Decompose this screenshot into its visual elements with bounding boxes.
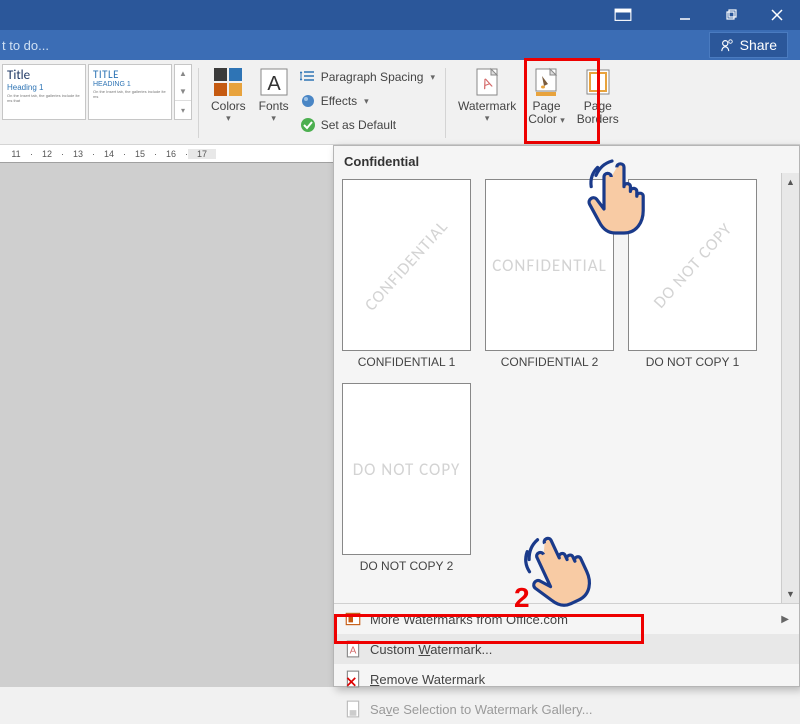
style-gallery-up[interactable]: ▲: [175, 65, 191, 83]
style-gallery-more[interactable]: ▾: [175, 100, 191, 119]
ruler-tick: 13: [64, 149, 92, 159]
watermark-text: DO NOT COPY: [353, 459, 461, 480]
page-color-label: Page Color: [528, 99, 560, 126]
watermark-text: DO NOT COPY: [649, 218, 737, 312]
paragraph-spacing-icon: [300, 69, 316, 85]
ruler-tick: 16: [157, 149, 185, 159]
paragraph-spacing-label: Paragraph Spacing: [321, 70, 424, 84]
watermark-text: CONFIDENTIAL: [360, 215, 452, 314]
close-button[interactable]: [754, 0, 800, 30]
svg-text:A: A: [267, 73, 281, 95]
style-sub: Heading 1: [7, 83, 81, 92]
window-titlebar: [0, 0, 800, 30]
page-color-icon: [530, 66, 562, 98]
colors-label: Colors: [211, 99, 246, 113]
page-borders-button[interactable]: Page Borders: [571, 64, 625, 134]
chevron-down-icon: ▾: [485, 113, 490, 124]
svg-text:A: A: [350, 646, 357, 657]
ribbon-display-options-icon[interactable]: [614, 8, 632, 22]
style-preview-text: On the Insert tab, the galleries include…: [7, 94, 81, 104]
colors-button[interactable]: Colors ▾: [205, 64, 252, 134]
hand-pointer-icon: [580, 152, 660, 242]
style-title: Title: [7, 68, 81, 83]
save-selection-item: Save Selection to Watermark Gallery...: [334, 694, 799, 724]
style-set-2[interactable]: TITLE HEADING 1 On the Insert tab, the g…: [88, 64, 172, 120]
watermark-text: CONFIDENTIAL: [492, 255, 607, 276]
dropdown-section-title: Confidential: [334, 146, 799, 173]
style-preview-text: On the Insert tab, the galleries include…: [93, 90, 167, 100]
style-sub: HEADING 1: [93, 81, 167, 88]
page-borders-icon: [582, 66, 614, 98]
share-icon: [720, 38, 734, 52]
dropdown-scrollbar[interactable]: ▲ ▼: [781, 173, 799, 603]
style-gallery-down[interactable]: ▼: [175, 83, 191, 101]
watermark-icon: A: [471, 66, 503, 98]
chevron-down-icon: ▾: [560, 115, 565, 125]
save-gallery-icon: [344, 700, 362, 718]
chevron-down-icon: ▾: [226, 113, 231, 124]
separator: [198, 68, 199, 138]
remove-watermark-item[interactable]: Remove Watermark: [334, 664, 799, 694]
ruler-tick: 14: [95, 149, 123, 159]
restore-button[interactable]: [708, 0, 754, 30]
watermark-thumb-confidential-1[interactable]: CONFIDENTIAL CONFIDENTIAL 1: [342, 179, 471, 369]
scroll-up-icon[interactable]: ▲: [782, 173, 799, 191]
remove-icon: [344, 670, 362, 688]
chevron-down-icon: ▾: [271, 113, 276, 124]
submenu-arrow-icon: ▶: [781, 614, 789, 625]
custom-watermark-item[interactable]: A Custom Watermark...: [334, 634, 799, 664]
chevron-down-icon: ▾: [364, 96, 369, 107]
effects-icon: [300, 93, 316, 109]
page-color-button[interactable]: Page Color ▾: [522, 64, 571, 134]
share-label: Share: [740, 37, 777, 53]
ruler-tick: 11: [2, 149, 30, 159]
thumb-caption: CONFIDENTIAL 1: [342, 355, 471, 369]
fonts-icon: A: [258, 66, 290, 98]
chevron-down-icon: ▾: [430, 72, 435, 83]
scroll-down-icon[interactable]: ▼: [782, 585, 799, 603]
ruler-tick: 12: [33, 149, 61, 159]
office-icon: [344, 610, 362, 628]
paragraph-spacing-button[interactable]: Paragraph Spacing ▾: [300, 66, 435, 88]
tell-me-bar: t to do... Share: [0, 30, 800, 60]
watermark-label: Watermark: [458, 99, 516, 113]
tell-me-input[interactable]: t to do...: [2, 38, 49, 53]
ruler-tick: 17: [188, 149, 216, 159]
watermark-thumb-donotcopy-2[interactable]: DO NOT COPY DO NOT COPY 2: [342, 383, 471, 573]
set-default-label: Set as Default: [321, 118, 396, 132]
save-selection-label: Save Selection to Watermark Gallery...: [370, 702, 593, 717]
minimize-button[interactable]: [662, 0, 708, 30]
effects-label: Effects: [321, 94, 357, 108]
remove-watermark-label: Remove Watermark: [370, 672, 485, 687]
thumb-caption: CONFIDENTIAL 2: [485, 355, 614, 369]
fonts-button[interactable]: A Fonts ▾: [252, 64, 296, 134]
check-icon: [300, 117, 316, 133]
watermark-button[interactable]: A Watermark ▾: [452, 64, 522, 134]
style-set-1[interactable]: Title Heading 1 On the Insert tab, the g…: [2, 64, 86, 120]
separator: [445, 68, 446, 138]
set-default-button[interactable]: Set as Default: [300, 114, 435, 136]
thumb-caption: DO NOT COPY 2: [342, 559, 471, 573]
effects-button[interactable]: Effects ▾: [300, 90, 435, 112]
page-icon: A: [344, 640, 362, 658]
thumb-caption: DO NOT COPY 1: [628, 355, 757, 369]
page-borders-label: Page Borders: [577, 99, 619, 126]
colors-icon: [212, 66, 244, 98]
fonts-label: Fonts: [259, 99, 289, 113]
share-button[interactable]: Share: [709, 32, 788, 58]
style-title: TITLE: [93, 68, 167, 81]
ruler-tick: 15: [126, 149, 154, 159]
custom-watermark-label: Custom Watermark...: [370, 642, 492, 657]
ribbon: Title Heading 1 On the Insert tab, the g…: [0, 60, 800, 145]
